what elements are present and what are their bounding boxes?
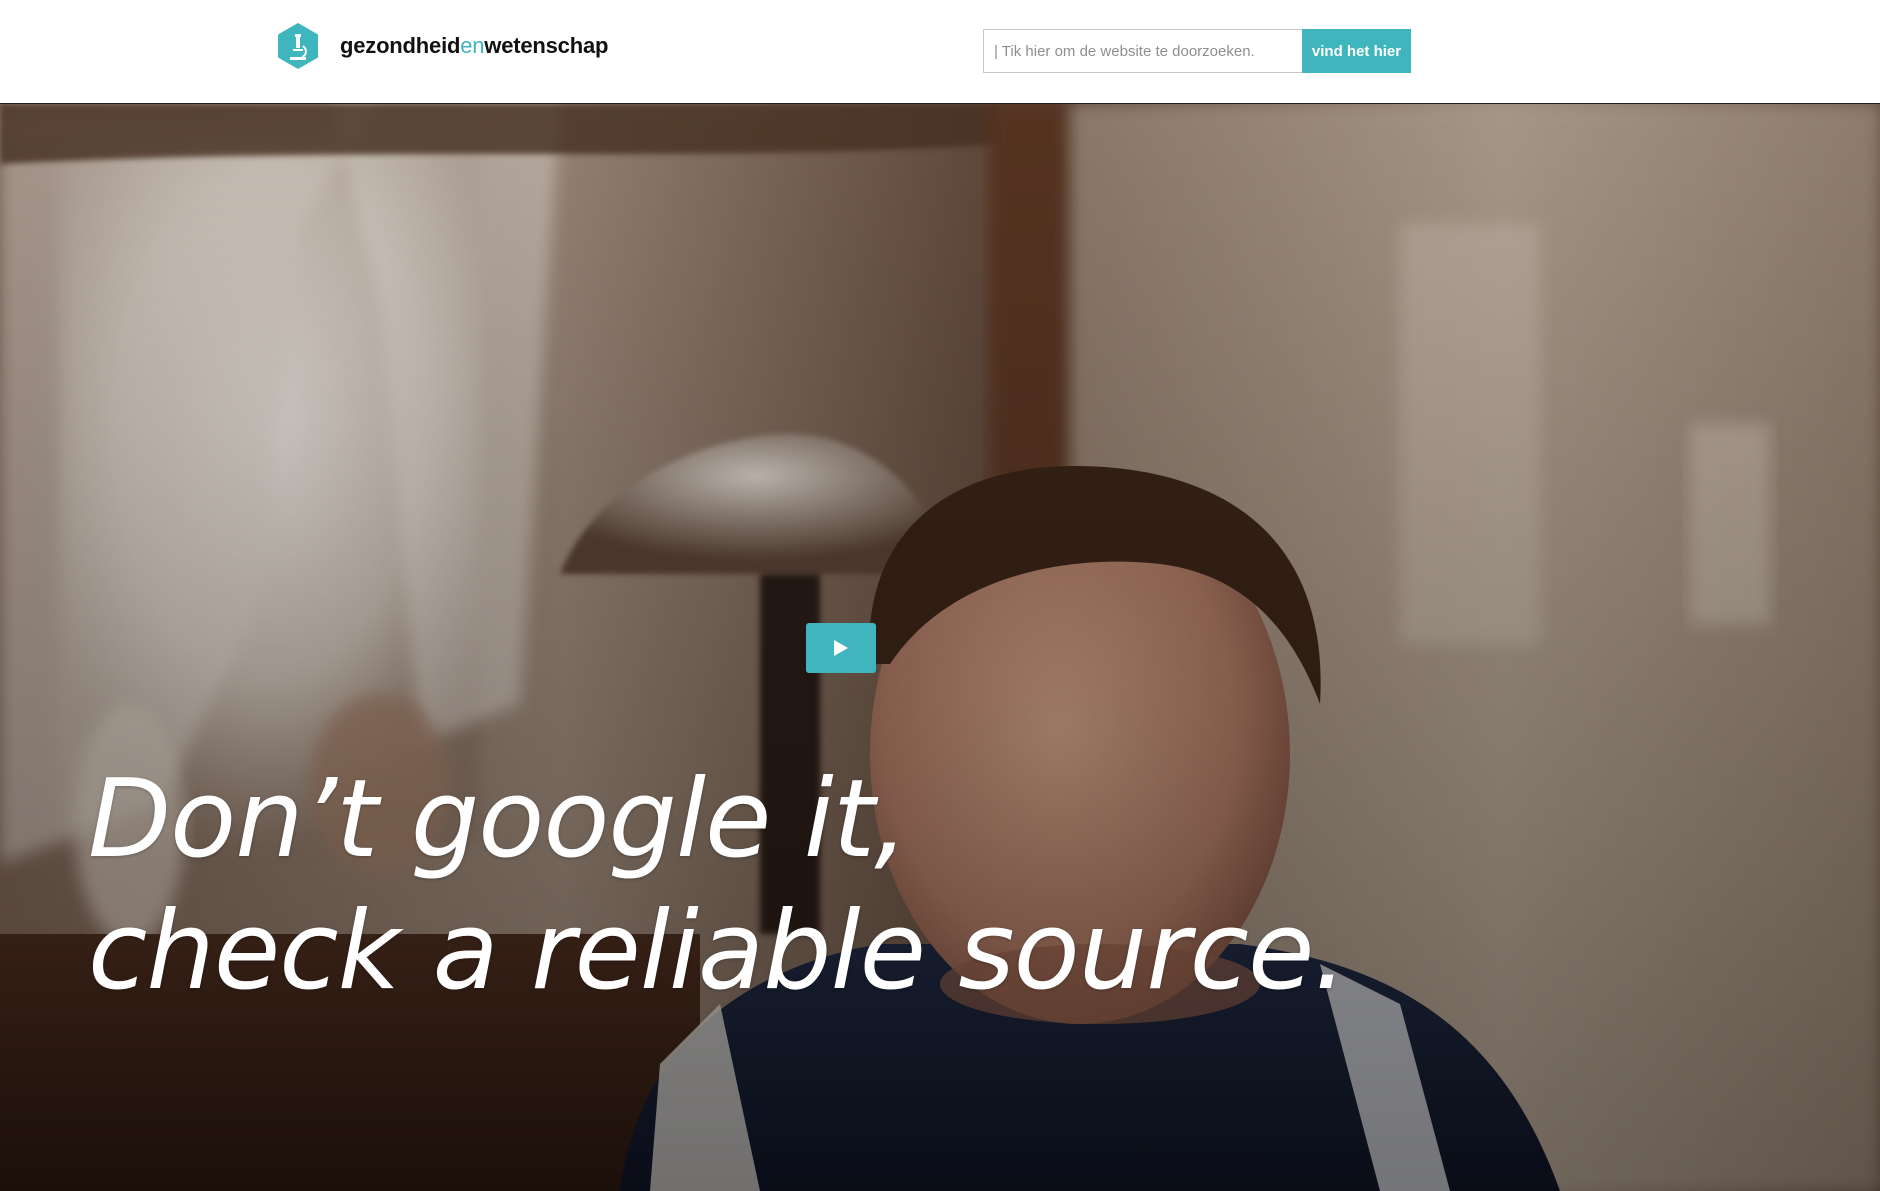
- brand-name-part1: gezondheid: [340, 33, 461, 58]
- hero-video: Don’t google it, check a reliable source…: [0, 104, 1880, 1191]
- search-button[interactable]: vind het hier: [1302, 29, 1411, 73]
- hero-tagline-line1: Don’t google it,: [88, 757, 908, 882]
- play-button[interactable]: [806, 623, 876, 673]
- brand-name-part3: wetenschap: [484, 33, 609, 58]
- search-form: vind het hier: [983, 29, 1411, 73]
- site-header: gezondheidenwetenschap vind het hier: [0, 0, 1880, 104]
- hero-tagline: Don’t google it, check a reliable source…: [88, 754, 1348, 1018]
- search-input[interactable]: [983, 29, 1302, 73]
- hero-tagline-line2: check a reliable source.: [88, 889, 1348, 1014]
- brand-name: gezondheidenwetenschap: [340, 35, 608, 57]
- play-icon: [834, 640, 848, 656]
- microscope-icon: [278, 23, 318, 69]
- hero-video-still: [0, 104, 1880, 1191]
- brand-name-part2: en: [460, 33, 485, 58]
- brand-logo-link[interactable]: gezondheidenwetenschap: [276, 22, 608, 70]
